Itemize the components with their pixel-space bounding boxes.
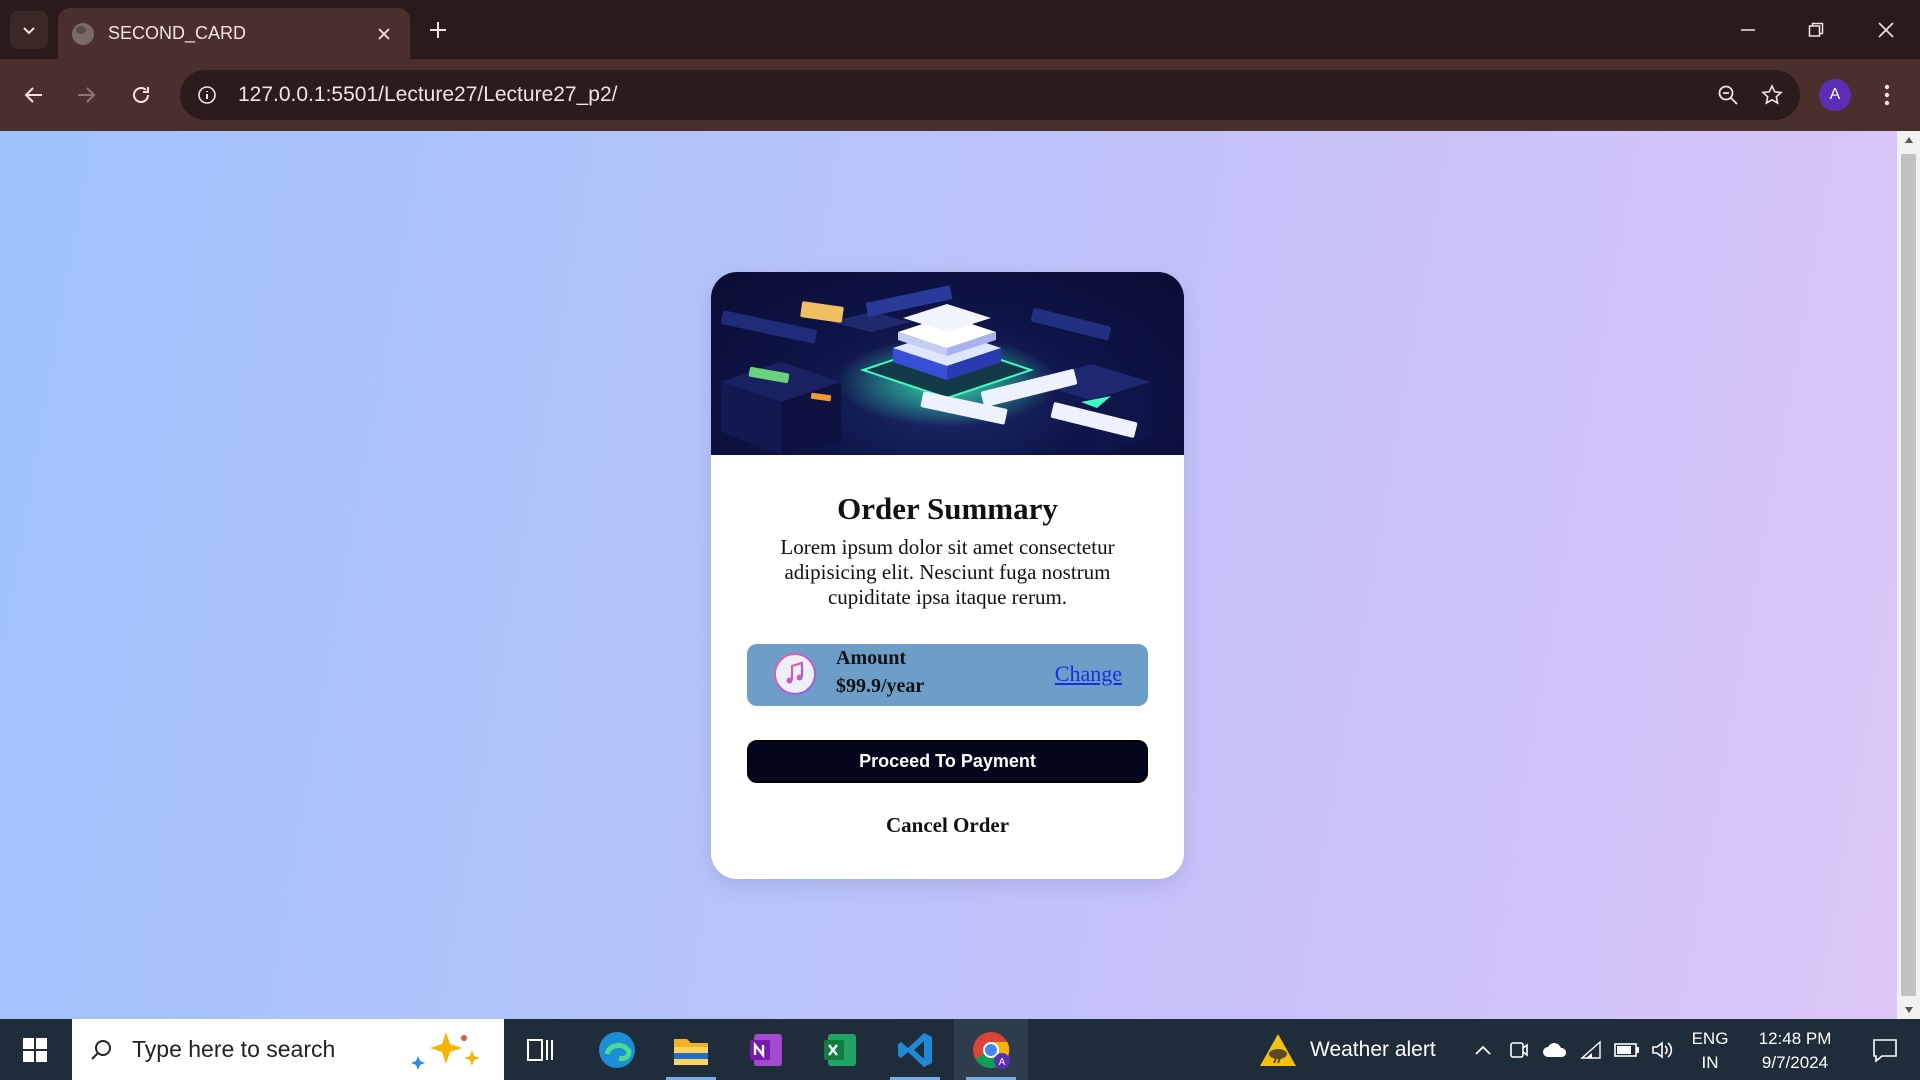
card-description: Lorem ipsum dolor sit amet consectetur a… — [780, 535, 1115, 609]
globe-icon — [72, 22, 94, 45]
browser-tab[interactable]: SECOND_CARD — [58, 8, 410, 59]
music-icon — [774, 653, 816, 695]
more-vertical-icon — [1884, 84, 1890, 106]
proceed-to-payment-button[interactable]: Proceed To Payment — [747, 740, 1148, 783]
taskbar-edge[interactable] — [580, 1019, 654, 1080]
volume-icon — [1652, 1040, 1673, 1059]
file-explorer-icon — [674, 1038, 708, 1065]
restore-button[interactable] — [1782, 0, 1850, 59]
system-clock[interactable]: 12:48 PM 9/7/2024 — [1740, 1027, 1850, 1075]
task-view-button[interactable] — [503, 1019, 577, 1080]
site-info-button[interactable] — [190, 78, 224, 112]
region-code: IN — [1701, 1053, 1719, 1072]
weather-widget[interactable]: Weather alert — [1258, 1019, 1436, 1080]
minimize-icon — [1741, 28, 1755, 31]
bookmark-button[interactable] — [1750, 73, 1794, 117]
search-icon — [91, 1039, 111, 1060]
taskbar-vscode[interactable] — [878, 1019, 952, 1080]
scroll-down-button[interactable] — [1897, 1001, 1920, 1019]
wifi-icon — [1580, 1039, 1601, 1059]
arrow-left-icon — [24, 87, 42, 103]
excel-icon — [824, 1033, 856, 1066]
task-view-icon — [527, 1038, 553, 1061]
taskbar-onenote[interactable] — [729, 1019, 803, 1080]
edge-icon — [599, 1031, 635, 1068]
url-text: 127.0.0.1:5501/Lecture27/Lecture27_p2/ — [238, 83, 618, 106]
scroll-thumb[interactable] — [1901, 154, 1916, 996]
onenote-icon — [750, 1033, 782, 1066]
triangle-up-icon — [1904, 137, 1913, 143]
reload-icon — [133, 87, 149, 103]
taskbar-excel[interactable] — [803, 1019, 877, 1080]
chevron-down-icon — [23, 27, 35, 35]
camera-icon — [1510, 1041, 1528, 1058]
windows-logo-icon — [23, 1037, 47, 1062]
chevron-up-icon — [1475, 1045, 1491, 1055]
page-scrollbar[interactable] — [1897, 131, 1920, 1019]
weather-alert-icon — [1260, 1033, 1296, 1066]
tab-search-button[interactable] — [10, 11, 48, 49]
address-bar[interactable]: 127.0.0.1:5501/Lecture27/Lecture27_p2/ — [180, 70, 1800, 120]
change-plan-link[interactable]: Change — [1055, 661, 1122, 687]
hero-illustration — [711, 272, 1184, 455]
language-code: ENG — [1691, 1029, 1729, 1048]
close-icon — [378, 27, 390, 40]
profile-badge-letter: A — [999, 1057, 1006, 1068]
scroll-up-button[interactable] — [1897, 131, 1920, 149]
tab-close-button[interactable] — [368, 18, 400, 50]
new-tab-button[interactable] — [420, 12, 456, 48]
card-title: Order Summary — [837, 491, 1058, 526]
show-hidden-icons-button[interactable] — [1466, 1019, 1500, 1080]
start-button[interactable] — [0, 1019, 70, 1080]
amount-label: Amount — [836, 647, 907, 669]
taskbar-chrome[interactable]: A — [954, 1019, 1028, 1080]
tray-meet-button[interactable] — [1502, 1019, 1536, 1080]
search-placeholder: Type here to search — [132, 1036, 336, 1062]
arrow-right-icon — [78, 87, 96, 103]
info-icon — [198, 86, 216, 104]
profile-avatar[interactable]: A — [1819, 79, 1851, 111]
language-indicator[interactable]: ENG IN — [1688, 1027, 1732, 1075]
browser-toolbar: 127.0.0.1:5501/Lecture27/Lecture27_p2/ A — [0, 59, 1920, 131]
cancel-order-button[interactable]: Cancel Order — [886, 813, 1009, 838]
clock-time: 12:48 PM — [1758, 1029, 1832, 1048]
battery-icon — [1614, 1042, 1639, 1057]
zoom-button[interactable] — [1706, 73, 1750, 117]
plus-icon — [430, 22, 446, 38]
amount-price: $99.9/year — [836, 675, 925, 697]
chrome-icon: A — [973, 1031, 1010, 1069]
notification-center-button[interactable] — [1850, 1019, 1920, 1080]
reload-button[interactable] — [119, 73, 163, 117]
tray-network-button[interactable] — [1574, 1019, 1608, 1080]
close-icon — [1878, 21, 1894, 38]
restore-icon — [1808, 22, 1824, 37]
minimize-button[interactable] — [1714, 0, 1782, 59]
star-icon — [1761, 84, 1783, 105]
close-window-button[interactable] — [1852, 0, 1920, 59]
taskbar-file-explorer[interactable] — [654, 1019, 728, 1080]
tab-title: SECOND_CARD — [108, 23, 247, 43]
tab-strip: SECOND_CARD — [0, 0, 1920, 59]
back-button[interactable] — [12, 73, 56, 117]
order-summary-card: Order Summary Lorem ipsum dolor sit amet… — [711, 272, 1184, 879]
vscode-icon — [898, 1032, 932, 1067]
browser-menu-button[interactable] — [1870, 73, 1904, 117]
windows-taskbar: Type here to search A Weather alert ENG … — [0, 1019, 1920, 1080]
tray-battery-button[interactable] — [1610, 1019, 1644, 1080]
amount-panel: Amount $99.9/year Change — [747, 644, 1148, 706]
weather-text: Weather alert — [1310, 1037, 1436, 1061]
notification-icon — [1873, 1038, 1897, 1063]
taskbar-search-box[interactable]: Type here to search — [72, 1019, 504, 1080]
clock-date: 9/7/2024 — [1761, 1053, 1829, 1072]
cloud-icon — [1543, 1042, 1567, 1057]
tray-onedrive-button[interactable] — [1538, 1019, 1572, 1080]
forward-button[interactable] — [64, 73, 108, 117]
tray-volume-button[interactable] — [1646, 1019, 1680, 1080]
zoom-out-icon — [1718, 85, 1738, 105]
isometric-server-illustration — [720, 285, 1151, 455]
sparkle-icon — [411, 1031, 480, 1070]
triangle-down-icon — [1904, 1007, 1913, 1013]
